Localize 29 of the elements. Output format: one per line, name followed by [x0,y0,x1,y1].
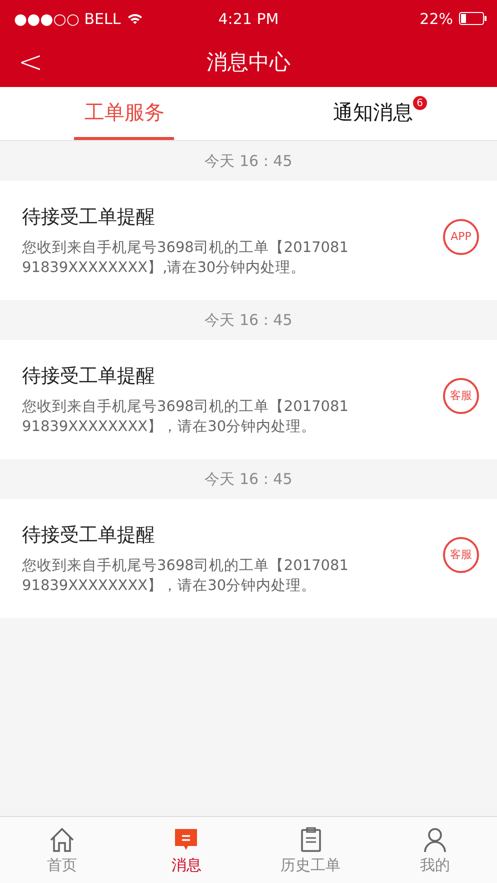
message-card[interactable]: 待接受工单提醒 您收到来自手机尾号3698司机的工单【2017081 91839XXXXXXXX】，请在30分钟内处理。 客服 [0,340,497,459]
source-stamp: 客服 [443,536,479,572]
message-title: 待接受工单提醒 [22,522,156,548]
clock-text: 4:21 PM [218,10,279,28]
tab[interactable]: 工单服务 [74,87,174,140]
message-card[interactable]: 待接受工单提醒 您收到来自手机尾号3698司机的工单【2017081 91839XXXXXXXX】,请在30分钟内处理。 APP [0,181,497,300]
message-card[interactable]: 待接受工单提醒 您收到来自手机尾号3698司机的工单【2017081 91839XXXXXXXX】，请在30分钟内处理。 客服 [0,499,497,618]
wifi-icon [126,12,143,24]
tab-bar-item[interactable]: 历史工单 [248,817,373,883]
battery-icon [459,12,487,25]
page-title: 消息中心 [206,49,290,76]
home-icon [48,826,76,854]
message-body: 您收到来自手机尾号3698司机的工单【2017081 91839XXXXXXXX】，请在30分钟内处理。 [22,398,350,436]
source-stamp: APP [443,218,479,254]
battery-text: 22% [420,10,453,28]
message-title: 待接受工单提醒 [22,364,156,388]
message-title: 待接受工单提醒 [22,204,156,230]
message-body: 您收到来自手机尾号3698司机的工单【2017081 91839XXXXXXXX】,请在30分钟内处理。 [22,238,350,278]
tab-bar-item[interactable]: 消息 [124,817,248,883]
count-badge: 6 [412,96,427,110]
tab-bar-item[interactable]: 我的 [372,817,497,883]
carrier-text: ●●●○○ BELL [14,10,121,28]
timestamp: 今天 16 : 45 [204,152,292,170]
source-stamp: 客服 [443,378,479,414]
message-body: 您收到来自手机尾号3698司机的工单【2017081 91839XXXXXXXX】，请在30分钟内处理。 [22,556,350,596]
tab-bar-item[interactable]: 首页 [0,817,124,883]
timestamp: 今天 16 : 45 [204,310,292,330]
back-button[interactable]: < [0,44,62,80]
timestamp: 今天 16 : 45 [204,470,292,488]
